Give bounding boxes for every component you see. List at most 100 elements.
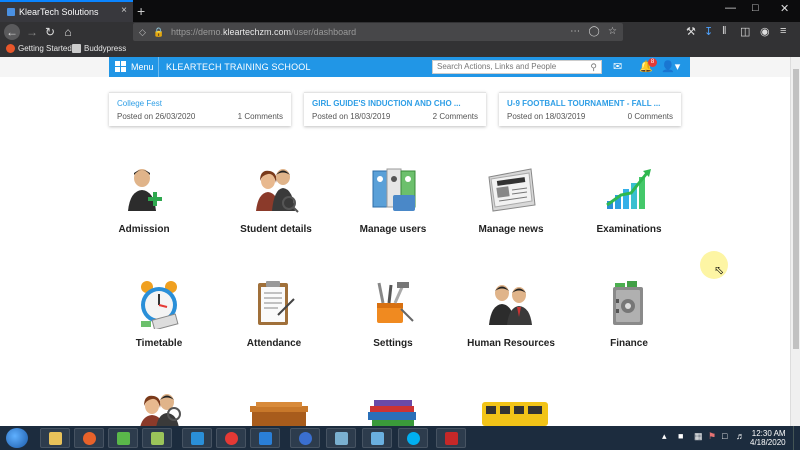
notification-badge: 8 [648, 58, 657, 67]
tray-flag-icon[interactable]: ⚑ [708, 431, 716, 442]
taskbar-skype[interactable] [398, 428, 428, 448]
lock-icon[interactable]: 🔒 [153, 23, 164, 41]
new-tab-button[interactable]: + [137, 2, 145, 20]
student-details-icon[interactable] [134, 392, 186, 426]
search-input[interactable]: Search Actions, Links and People ⚲ [432, 60, 602, 74]
module-label: Finance [610, 338, 648, 349]
browser-nav-bar: ← → ↻ ⌂ ◇ 🔒 https://demo.kleartechzm.com… [0, 22, 800, 42]
news-card[interactable]: College Fest Posted on 26/03/2020 1 Comm… [109, 92, 291, 126]
tray-network-icon[interactable]: ▦ [694, 431, 703, 442]
human-resources-icon [489, 285, 532, 325]
news-title[interactable]: College Fest [117, 99, 162, 108]
tools-icon[interactable]: ⚒ [686, 25, 696, 38]
folder-icon [49, 432, 62, 445]
module-examinations[interactable]: Examinations [574, 165, 684, 255]
module-label: Admission [118, 224, 170, 235]
scrollbar-thumb[interactable] [793, 69, 799, 349]
grid-icon [115, 61, 126, 72]
news-comments-count[interactable]: 0 Comments [628, 112, 673, 121]
news-comments-count[interactable]: 2 Comments [433, 112, 478, 121]
news-card[interactable]: GIRL GUIDE'S INDUCTION AND CHO ... Poste… [304, 92, 486, 126]
home-icon[interactable]: ⌂ [60, 24, 76, 40]
manage-users-icon [372, 168, 416, 211]
hamburger-menu-icon[interactable]: ≡ [780, 25, 786, 37]
mail-icon[interactable]: ✉ [613, 60, 622, 73]
news-card[interactable]: U-9 FOOTBALL TOURNAMENT - FALL ... Poste… [499, 92, 681, 126]
tray-app-icon[interactable]: ■ [678, 431, 683, 441]
clover-icon [117, 432, 130, 445]
bookmark-getting-started[interactable]: Getting Started [6, 44, 72, 53]
bookmark-label: Buddypress [84, 44, 127, 53]
app-header: Menu KLEARTECH TRAINING SCHOOL Search Ac… [109, 57, 690, 77]
transport-bus-icon[interactable] [480, 400, 550, 426]
news-title[interactable]: U-9 FOOTBALL TOURNAMENT - FALL ... [507, 99, 660, 108]
close-window-icon[interactable]: ✕ [780, 2, 789, 15]
finance-icon [613, 281, 643, 325]
taskbar-vscode[interactable] [250, 428, 280, 448]
taskbar-filezilla[interactable] [436, 428, 466, 448]
browser-tab[interactable]: KlearTech Solutions × [0, 0, 133, 22]
module-student-details[interactable]: Student details [221, 165, 331, 255]
page-actions-icon[interactable]: ⋯ [570, 26, 580, 37]
search-icon[interactable]: ⚲ [590, 61, 597, 73]
tray-expand-icon[interactable]: ▴ [662, 431, 667, 442]
user-icon[interactable]: 👤▾ [661, 60, 680, 73]
news-comments-count[interactable]: 1 Comments [238, 112, 283, 121]
show-desktop-button[interactable] [793, 426, 800, 450]
bookmark-label: Getting Started [18, 44, 72, 53]
module-admission[interactable]: Admission [89, 165, 199, 255]
taskbar-notes[interactable] [326, 428, 356, 448]
bookmarks-bar: Getting Started Buddypress [0, 42, 800, 57]
bookmark-star-icon[interactable]: ☆ [608, 26, 617, 37]
back-icon[interactable]: ← [4, 24, 20, 40]
tray-network-status-icon[interactable]: □ [722, 431, 727, 441]
account-icon[interactable]: ◉ [760, 25, 770, 38]
close-tab-icon[interactable]: × [121, 5, 127, 16]
module-label: Student details [240, 224, 312, 235]
taskbar-clock[interactable]: 12:30 AM 4/18/2020 [750, 429, 786, 447]
taskbar-capture[interactable] [182, 428, 212, 448]
news-posted-date: Posted on 18/03/2019 [312, 112, 391, 121]
taskbar-firefox-2[interactable] [290, 428, 320, 448]
start-button[interactable] [6, 428, 28, 448]
taskbar-gallery[interactable] [362, 428, 392, 448]
module-human-resources[interactable]: Human Resources [456, 279, 566, 369]
module-manage-news[interactable]: Manage news [456, 165, 566, 255]
module-finance[interactable]: Finance [574, 279, 684, 369]
page-scrollbar[interactable] [790, 57, 800, 426]
tray-volume-icon[interactable]: ♬ [736, 431, 745, 441]
library-icon[interactable]: ‖ [722, 25, 727, 37]
news-title[interactable]: GIRL GUIDE'S INDUCTION AND CHO ... [312, 99, 461, 108]
firefox-icon [6, 44, 15, 53]
forward-icon[interactable]: → [24, 24, 40, 40]
taskbar-editor[interactable] [142, 428, 172, 448]
attendance-icon [258, 281, 295, 325]
bookmark-buddypress[interactable]: Buddypress [72, 44, 126, 53]
downloads-icon[interactable]: ↧ [704, 25, 713, 38]
taskbar-explorer[interactable] [40, 428, 70, 448]
menu-button[interactable]: Menu [115, 61, 154, 72]
taskbar-firefox[interactable] [74, 428, 104, 448]
url-prefix: https://demo. [171, 27, 224, 37]
minimize-icon[interactable]: — [725, 2, 736, 14]
taskbar-chrome[interactable] [216, 428, 246, 448]
maximize-icon[interactable]: □ [752, 2, 759, 14]
module-attendance[interactable]: Attendance [219, 279, 329, 369]
site-favicon-icon [7, 8, 15, 16]
furniture-icon[interactable] [248, 402, 310, 426]
pocket-icon[interactable]: ◯ [588, 26, 599, 37]
module-label: Human Resources [467, 338, 555, 349]
module-settings[interactable]: Settings [338, 279, 448, 369]
module-manage-users[interactable]: Manage users [338, 165, 448, 255]
reload-icon[interactable]: ↻ [42, 24, 58, 40]
module-label: Timetable [135, 338, 183, 349]
module-label: Attendance [246, 338, 302, 349]
library-books-icon[interactable] [364, 398, 420, 426]
url-bar[interactable]: ◇ 🔒 https://demo.kleartechzm.com/user/da… [133, 23, 623, 41]
shield-icon[interactable]: ◇ [139, 23, 146, 41]
sidebar-icon[interactable]: ◫ [740, 25, 750, 38]
module-label: Manage news [478, 224, 544, 235]
module-timetable[interactable]: Timetable [104, 279, 214, 369]
taskbar-clover[interactable] [108, 428, 138, 448]
timetable-icon [141, 281, 179, 331]
